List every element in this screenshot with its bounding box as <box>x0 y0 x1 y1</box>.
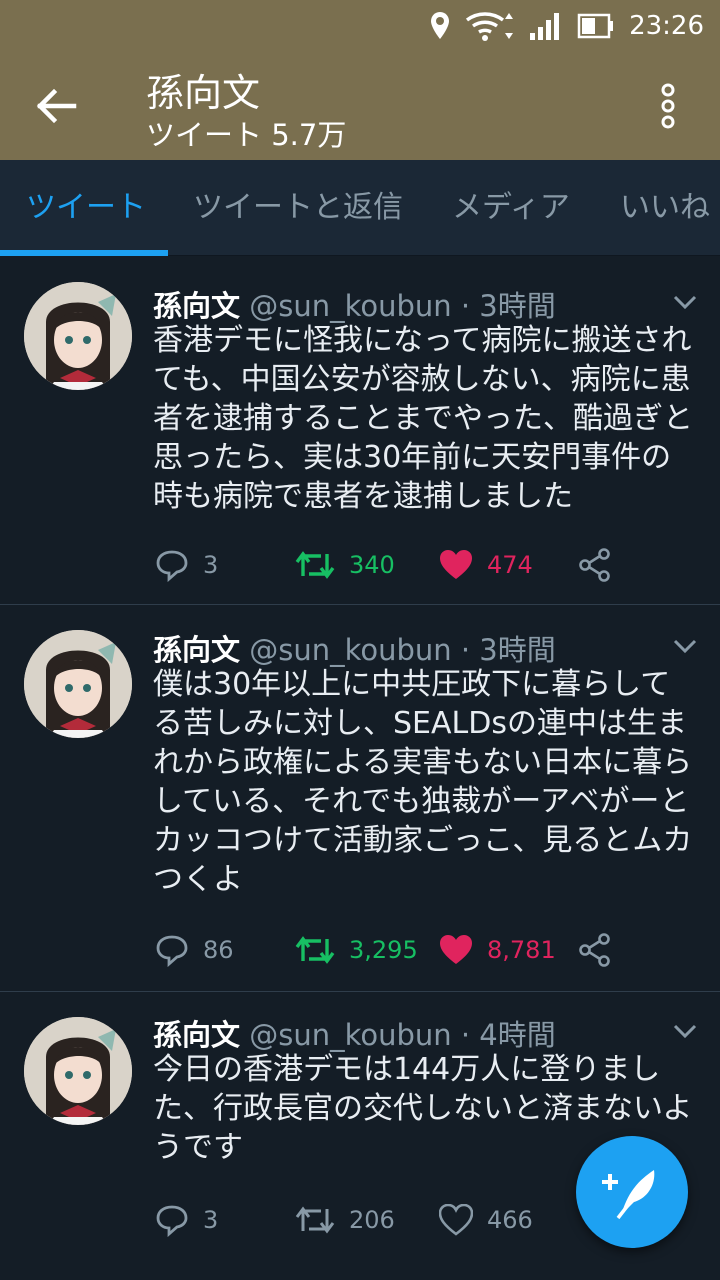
tweet-header: 孫向文 @sun_koubun · 3時間 <box>153 283 556 325</box>
reply-button[interactable]: 86 <box>155 930 234 970</box>
tweet-text: 僕は30年以上に中共圧政下に暮らしてる苦しみに対し、SEALDsの連中は生まれか… <box>153 667 693 897</box>
tab-media[interactable]: メディア <box>452 160 570 256</box>
signal-icon <box>530 13 560 40</box>
like-count: 8,781 <box>487 936 556 964</box>
retweet-count: 206 <box>349 1206 395 1234</box>
heart-icon <box>440 935 472 964</box>
speech-bubble-icon <box>156 1205 188 1237</box>
avatar[interactable] <box>24 282 132 390</box>
reply-count: 3 <box>203 551 219 579</box>
chevron-down-icon[interactable] <box>672 293 698 311</box>
avatar[interactable] <box>24 630 132 738</box>
avatar-illustration <box>24 1017 132 1125</box>
status-bar: 23:26 <box>0 0 720 52</box>
arrow-left-icon[interactable] <box>34 84 78 128</box>
handle-and-time: @sun_koubun · 4時間 <box>249 1018 556 1052</box>
reply-button[interactable]: 3 <box>155 1200 218 1240</box>
like-button[interactable]: 474 <box>439 545 533 585</box>
reply-button[interactable]: 3 <box>155 545 218 585</box>
chevron-down-icon[interactable] <box>672 1022 698 1040</box>
tweet-item[interactable]: 孫向文 @sun_koubun · 3時間 僕は30年以上に中共圧政下に暮らして… <box>0 605 720 992</box>
location-icon <box>431 12 450 39</box>
like-button[interactable]: 8,781 <box>439 930 556 970</box>
like-count: 466 <box>487 1206 533 1234</box>
avatar-illustration <box>24 630 132 738</box>
wifi-icon <box>466 12 514 41</box>
reply-count: 3 <box>203 1206 219 1234</box>
compose-tweet-icon <box>602 1170 655 1220</box>
display-name[interactable]: 孫向文 <box>153 1018 240 1052</box>
active-tab-indicator <box>0 250 168 256</box>
retweet-icon <box>295 551 335 579</box>
tweet-count: ツイート 5.7万 <box>146 118 347 152</box>
tab-tweets-and-replies[interactable]: ツイートと返信 <box>193 160 403 256</box>
avatar-illustration <box>24 282 132 390</box>
handle-and-time: @sun_koubun · 3時間 <box>249 633 556 667</box>
tweet-actions: 3 340 474 <box>155 545 625 585</box>
tab-likes[interactable]: いいね <box>620 160 710 256</box>
retweet-icon <box>295 1206 335 1234</box>
profile-tabs: ツイート ツイートと返信 メディア いいね <box>0 160 720 256</box>
clock: 23:26 <box>629 11 704 41</box>
display-name[interactable]: 孫向文 <box>153 633 240 667</box>
tweet-actions: 3 206 466 <box>155 1200 625 1240</box>
tweet-actions: 86 3,295 8,781 <box>155 930 625 970</box>
tweet-text: 香港デモに怪我になって病院に搬送されても、中国公安が容赦しない、病院に患者を逮捕… <box>153 323 693 514</box>
tab-tweets[interactable]: ツイート <box>26 160 146 256</box>
speech-bubble-icon <box>156 550 188 582</box>
reply-count: 86 <box>203 936 234 964</box>
retweet-icon <box>295 936 335 964</box>
compose-tweet-button[interactable] <box>576 1136 688 1248</box>
share-icon <box>579 548 610 582</box>
tweet-item[interactable]: 孫向文 @sun_koubun · 3時間 香港デモに怪我になって病院に搬送され… <box>0 257 720 605</box>
speech-bubble-icon <box>156 935 188 967</box>
tweet-header: 孫向文 @sun_koubun · 4時間 <box>153 1012 556 1054</box>
profile-header: 孫向文 ツイート 5.7万 <box>0 52 720 160</box>
heart-icon <box>439 1204 473 1236</box>
handle-and-time: @sun_koubun · 3時間 <box>249 289 556 323</box>
retweet-button[interactable]: 206 <box>295 1200 395 1240</box>
page-title: 孫向文 <box>146 71 261 115</box>
retweet-button[interactable]: 3,295 <box>295 930 418 970</box>
status-icons: 23:26 <box>429 8 704 44</box>
tweet-header: 孫向文 @sun_koubun · 3時間 <box>153 627 556 669</box>
avatar[interactable] <box>24 1017 132 1125</box>
battery-icon <box>577 13 614 39</box>
share-button[interactable] <box>579 545 611 585</box>
like-button[interactable]: 466 <box>439 1200 533 1240</box>
retweet-count: 3,295 <box>349 936 418 964</box>
chevron-down-icon[interactable] <box>672 637 698 655</box>
retweet-button[interactable]: 340 <box>295 545 395 585</box>
share-icon <box>579 933 610 967</box>
more-vert-icon[interactable] <box>652 82 684 130</box>
like-count: 474 <box>487 551 533 579</box>
heart-icon <box>440 550 472 579</box>
share-button[interactable] <box>579 930 611 970</box>
display-name[interactable]: 孫向文 <box>153 289 240 323</box>
retweet-count: 340 <box>349 551 395 579</box>
